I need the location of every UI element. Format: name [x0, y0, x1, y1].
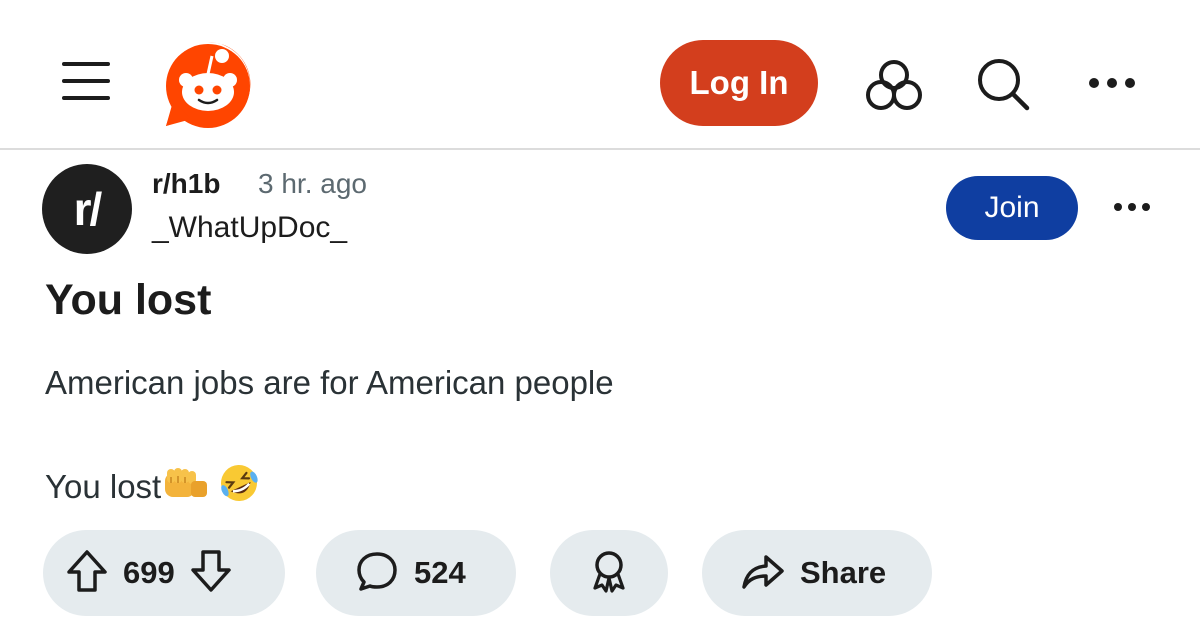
share-icon — [740, 551, 786, 596]
comment-icon — [354, 549, 400, 598]
fist-emoji-icon — [163, 463, 213, 511]
share-button[interactable]: Share — [702, 530, 932, 616]
vote-bar: 699 — [43, 530, 285, 616]
login-button[interactable]: Log In — [660, 40, 818, 126]
share-label: Share — [800, 555, 887, 590]
vote-count: 699 — [123, 555, 175, 590]
post-body-text: You lost — [45, 468, 162, 505]
post-body-line: You lost — [45, 462, 263, 512]
upvote-icon[interactable] — [65, 548, 109, 599]
join-button[interactable]: Join — [946, 176, 1078, 240]
subreddit-name[interactable]: r/h1b — [152, 168, 220, 200]
subreddit-avatar[interactable]: r/ — [42, 164, 132, 254]
award-button[interactable] — [550, 530, 668, 616]
post-title[interactable]: You lost — [45, 276, 211, 325]
top-bar: Log In — [0, 0, 1200, 150]
comment-count: 524 — [414, 555, 466, 590]
advertise-icon[interactable] — [864, 58, 924, 112]
downvote-icon[interactable] — [189, 548, 233, 599]
reddit-logo[interactable] — [162, 38, 254, 130]
award-icon — [589, 548, 629, 599]
author-name[interactable]: _WhatUpDoc_ — [152, 211, 347, 245]
comments-button[interactable]: 524 — [316, 530, 516, 616]
post-body-line: American jobs are for American people — [45, 364, 614, 401]
rofl-emoji-icon — [215, 462, 263, 512]
more-options-icon[interactable] — [1086, 74, 1138, 92]
menu-icon[interactable] — [62, 62, 110, 102]
post-more-icon[interactable] — [1112, 200, 1152, 214]
post-timestamp: 3 hr. ago — [258, 168, 367, 199]
search-icon[interactable] — [974, 56, 1032, 112]
